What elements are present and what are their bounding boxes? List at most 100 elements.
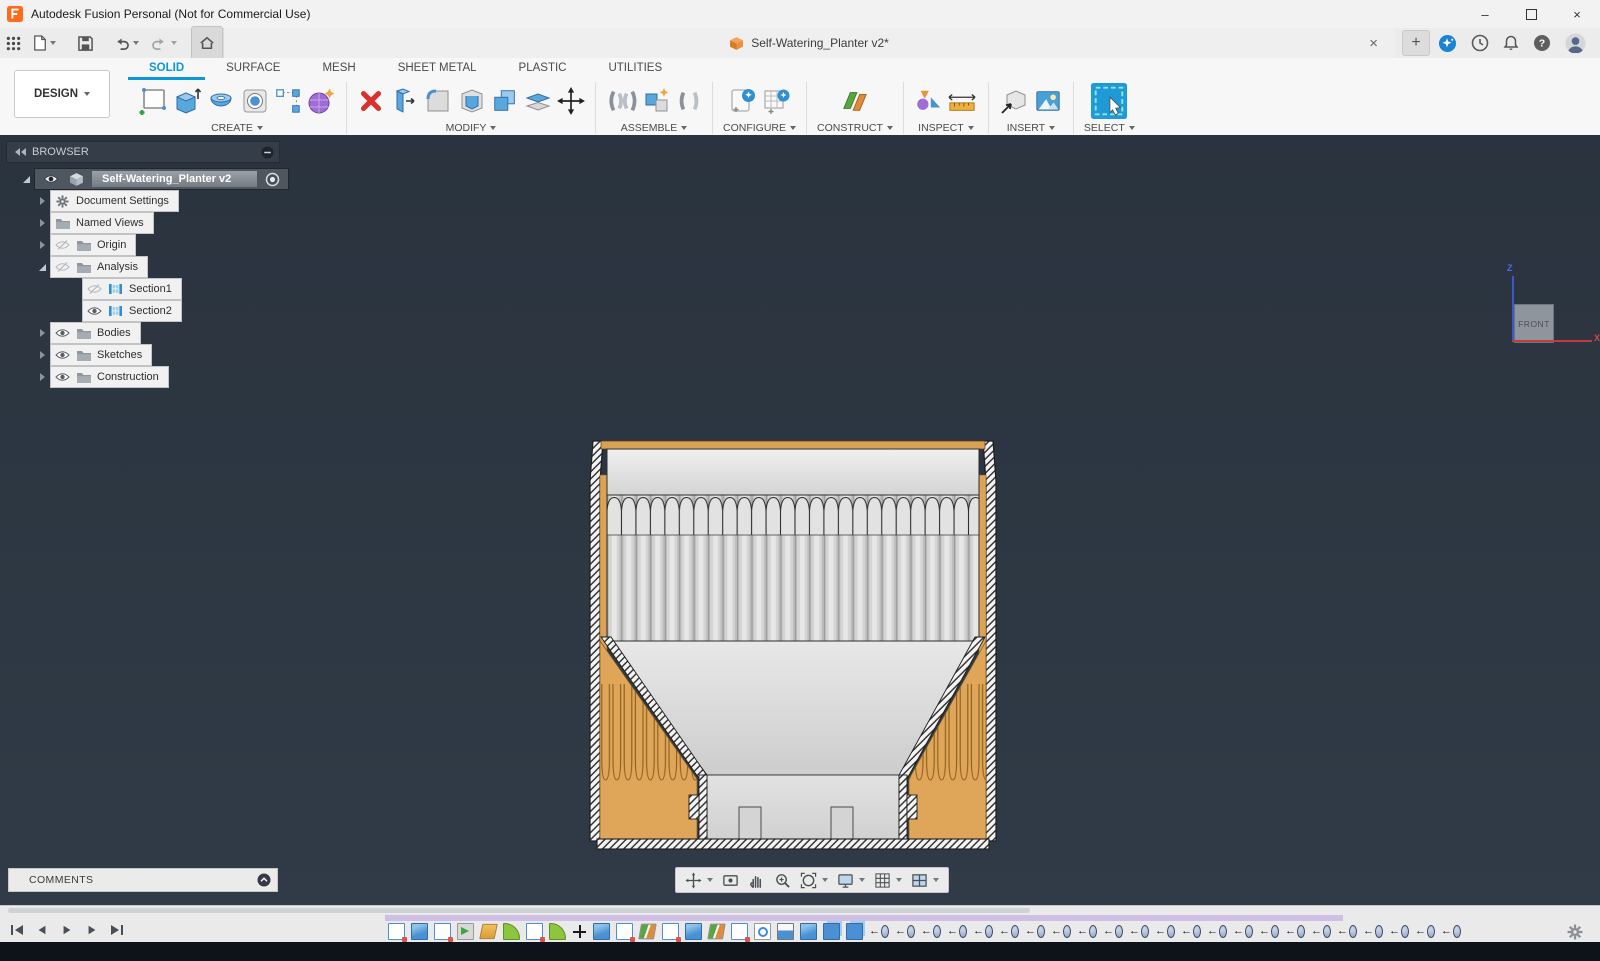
tab-mesh[interactable]: MESH	[301, 58, 376, 80]
close-button[interactable]: ×	[1554, 0, 1600, 28]
revolve-button[interactable]	[206, 86, 236, 116]
minimize-button[interactable]: –	[1462, 0, 1508, 28]
3d-viewport[interactable]: BROWSER Self-Watering_Planter v2 Documen…	[0, 135, 1600, 905]
timeline-settings-gear-icon[interactable]	[1567, 924, 1583, 940]
profile-avatar[interactable]	[1565, 32, 1586, 54]
configure-group-label[interactable]: CONFIGURE	[723, 122, 796, 134]
visibility-eye-icon[interactable]	[55, 328, 70, 338]
timeline-feature-extrude[interactable]	[800, 923, 817, 940]
timeline-feature-joint[interactable]: ←	[1155, 924, 1175, 939]
timeline-feature-joint[interactable]: ←	[895, 924, 915, 939]
tab-utilities[interactable]: UTILITIES	[587, 58, 683, 80]
pan-button[interactable]	[745, 869, 768, 891]
look-at-button[interactable]	[719, 869, 742, 891]
undo-button[interactable]	[107, 30, 145, 56]
fit-button[interactable]	[797, 869, 831, 891]
timeline-feature-sketch[interactable]	[616, 923, 635, 942]
tab-sheet-metal[interactable]: SHEET METAL	[377, 58, 498, 80]
expand-arrow[interactable]	[36, 351, 48, 359]
browser-item-bodies[interactable]: Bodies	[6, 322, 296, 344]
comments-toggle-icon[interactable]	[257, 873, 271, 887]
timeline-feature-joint[interactable]: ←	[1363, 924, 1383, 939]
browser-header[interactable]: BROWSER	[6, 141, 280, 163]
timeline-feature-joint[interactable]: ←	[947, 924, 967, 939]
create-group-label[interactable]: CREATE	[211, 122, 263, 134]
configuration-table-button[interactable]	[762, 86, 792, 116]
insert-canvas-button[interactable]	[1033, 87, 1063, 115]
assemble-group-label[interactable]: ASSEMBLE	[621, 122, 688, 134]
viewcube[interactable]: Z FRONT X	[1495, 263, 1600, 355]
browser-item-document-settings[interactable]: Document Settings	[6, 190, 296, 212]
step-forward-button[interactable]	[83, 922, 101, 938]
timeline-feature-joint[interactable]: ←	[1337, 924, 1357, 939]
go-to-start-button[interactable]	[8, 922, 26, 938]
timeline-group-bar[interactable]	[385, 915, 1343, 921]
job-status-icon[interactable]	[1471, 34, 1489, 52]
rib-arches[interactable]	[607, 495, 979, 535]
timeline-feature-plane[interactable]	[479, 923, 498, 940]
timeline-feature-sketch[interactable]	[662, 923, 681, 942]
split-body-button[interactable]	[523, 86, 553, 116]
browser-item-section1[interactable]: Section1	[6, 278, 296, 300]
reservoir-interior[interactable]	[706, 774, 900, 842]
timeline-feature-joint[interactable]: ←	[1077, 924, 1097, 939]
expand-arrow[interactable]	[36, 373, 48, 381]
create-sketch-button[interactable]	[138, 86, 168, 116]
base-cut-face[interactable]	[596, 838, 990, 850]
timeline-scrollbar[interactable]	[8, 908, 1030, 913]
timeline-feature-joint[interactable]: ←	[1441, 924, 1461, 939]
timeline-feature-joint[interactable]: ←	[1415, 924, 1435, 939]
timeline-feature-combine[interactable]	[846, 923, 863, 940]
select-group-label[interactable]: SELECT	[1084, 122, 1135, 134]
browser-collapse-icon[interactable]	[15, 148, 26, 156]
browser-root-label[interactable]: Self-Watering_Planter v2	[92, 171, 258, 187]
save-button[interactable]	[72, 30, 99, 56]
file-menu-button[interactable]	[27, 30, 62, 56]
help-icon[interactable]: ?	[1533, 34, 1551, 52]
expand-arrow[interactable]	[36, 197, 48, 205]
browser-item-section2[interactable]: Section2	[6, 300, 296, 322]
timeline-feature-joint[interactable]: ←	[1389, 924, 1409, 939]
timeline-feature-combine[interactable]	[823, 923, 840, 940]
timeline-feature-fillet[interactable]	[549, 923, 566, 940]
timeline-feature-joint[interactable]: ←	[1129, 924, 1149, 939]
hole-button[interactable]	[240, 86, 270, 116]
visibility-eye-icon[interactable]	[55, 372, 70, 382]
timeline-feature-revolve[interactable]	[457, 923, 474, 940]
timeline-feature-joint[interactable]: ←	[973, 924, 993, 939]
construction-plane-button[interactable]	[840, 87, 870, 115]
document-tab[interactable]: Self-Watering_Planter v2* ×	[223, 28, 1394, 58]
timeline-feature-joint[interactable]: ←	[1103, 924, 1123, 939]
timeline-feature-joint[interactable]: ←	[1233, 924, 1253, 939]
browser-item-sketches[interactable]: Sketches	[6, 344, 296, 366]
timeline-feature-joint[interactable]: ←	[999, 924, 1019, 939]
timeline-feature-move[interactable]	[572, 924, 587, 939]
notifications-bell-icon[interactable]	[1503, 35, 1519, 51]
browser-item-named-views[interactable]: Named Views	[6, 212, 296, 234]
extrude-button[interactable]	[172, 86, 202, 116]
insert-derive-button[interactable]	[999, 86, 1029, 116]
rim-cut-face[interactable]	[600, 440, 986, 450]
expand-arrow[interactable]	[36, 241, 48, 249]
measure-button[interactable]	[914, 87, 942, 115]
timeline-feature-extrude[interactable]	[411, 923, 428, 940]
new-component-button[interactable]	[642, 86, 672, 116]
visibility-eye-icon[interactable]	[55, 350, 70, 360]
timeline-feature-sketch[interactable]	[434, 923, 453, 942]
timeline-feature-extrude[interactable]	[685, 923, 702, 940]
timeline-feature-joint[interactable]: ←	[1051, 924, 1071, 939]
planter-section-model[interactable]	[587, 439, 999, 851]
viewports-button[interactable]	[908, 869, 942, 891]
activate-radio-icon[interactable]	[260, 172, 285, 187]
extensions-icon[interactable]	[1438, 34, 1457, 53]
visibility-eye-icon[interactable]	[87, 284, 102, 294]
browser-item-construction[interactable]: Construction	[6, 366, 296, 388]
expand-arrow[interactable]	[36, 264, 48, 271]
timeline-feature-hole[interactable]	[754, 923, 771, 940]
home-view-button[interactable]	[191, 26, 223, 60]
go-to-end-button[interactable]	[108, 922, 126, 938]
play-button[interactable]	[58, 922, 76, 938]
inspect-group-label[interactable]: INSPECT	[918, 122, 974, 134]
timeline-feature-sketch[interactable]	[731, 923, 750, 942]
move-copy-button[interactable]	[557, 87, 585, 115]
